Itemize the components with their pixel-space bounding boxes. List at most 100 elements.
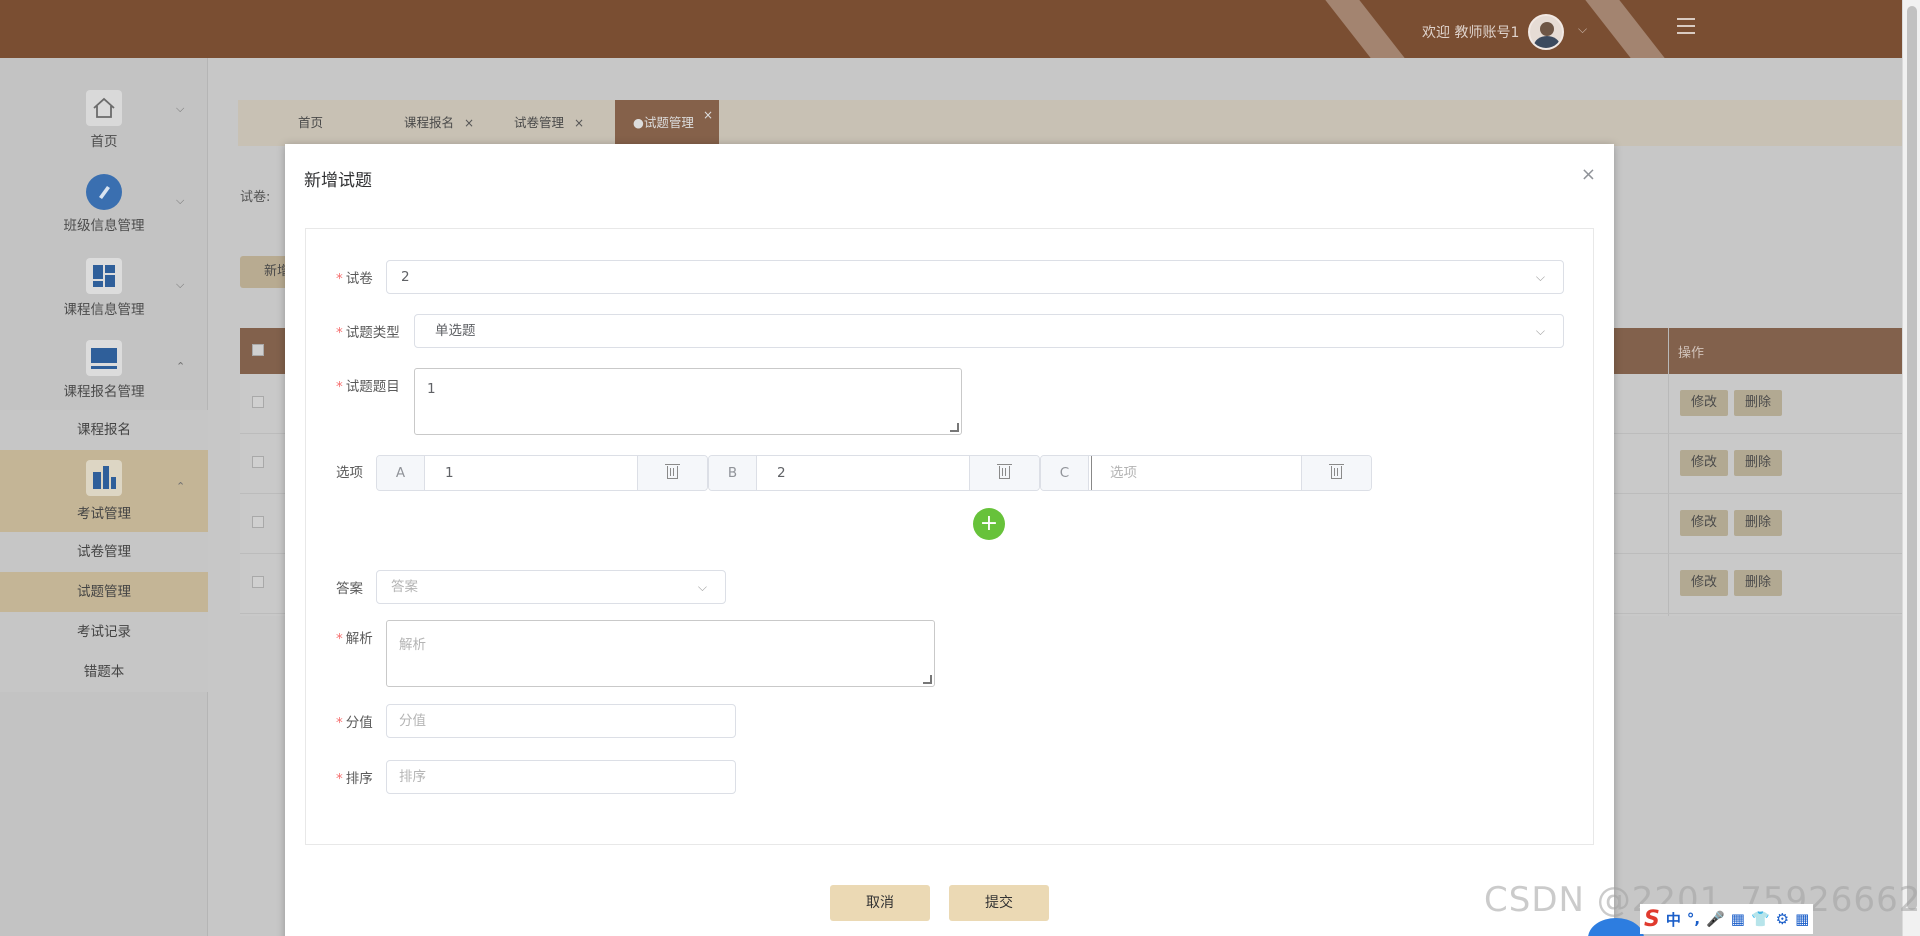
option-value[interactable]: 2 — [757, 456, 786, 490]
home-icon — [86, 90, 122, 126]
question-form: * 试卷 2 ⌵ * 试题类型 单选题 ⌵ * 试题题目 1 选项 A 1 B 2 C — [305, 228, 1594, 845]
close-icon[interactable]: × — [574, 116, 584, 130]
question-textarea[interactable]: 1 — [414, 368, 962, 435]
sidebar-sub-paper[interactable]: 试卷管理 — [0, 532, 208, 572]
building-icon — [86, 460, 122, 496]
option-a[interactable]: A 1 — [376, 455, 708, 491]
trash-icon — [665, 463, 680, 479]
avatar[interactable] — [1528, 14, 1564, 50]
vertical-scrollbar[interactable] — [1902, 0, 1920, 936]
delete-button[interactable]: 删除 — [1734, 570, 1782, 596]
ime-punct[interactable]: °, — [1687, 910, 1700, 928]
row-checkbox[interactable] — [252, 576, 264, 588]
paper-select[interactable]: 2 ⌵ — [386, 260, 1564, 294]
breadcrumb: 首页 课程报名 × 试卷管理 × ●试题管理 × — [238, 100, 1902, 146]
resize-handle[interactable] — [923, 675, 932, 684]
answer-select[interactable]: 答案 ⌵ — [376, 570, 726, 604]
add-question-dialog: 新增试题 × * 试卷 2 ⌵ * 试题类型 单选题 ⌵ * 试题题目 1 选项 A 1 … — [285, 144, 1614, 936]
select-all-checkbox[interactable] — [252, 344, 264, 356]
skin-icon[interactable]: 👕 — [1751, 910, 1770, 928]
top-header: 欢迎 教师账号1 ⌵ — [0, 0, 1902, 58]
edit-button[interactable]: 修改 — [1680, 510, 1728, 536]
sort-input[interactable]: 排序 — [386, 760, 736, 794]
header-stripe — [1325, 0, 1405, 58]
answer-placeholder: 答案 — [391, 579, 418, 595]
submit-button[interactable]: 提交 — [949, 885, 1049, 921]
question-label: * 试题题目 — [336, 375, 400, 395]
paper-label: * 试卷 — [336, 267, 373, 287]
dialog-title: 新增试题 — [304, 171, 372, 191]
edit-circle-icon — [86, 174, 122, 210]
cancel-button[interactable]: 取消 — [830, 885, 930, 921]
sidebar-item-label: 首页 — [90, 134, 118, 150]
edit-button[interactable]: 修改 — [1680, 390, 1728, 416]
trash-icon — [1329, 463, 1344, 479]
breadcrumb-question[interactable]: ●试题管理 × — [615, 100, 719, 146]
breadcrumb-paper[interactable]: 试卷管理 × — [484, 100, 584, 146]
resize-handle[interactable] — [950, 423, 959, 432]
type-select[interactable]: 单选题 ⌵ — [414, 314, 1564, 348]
add-option-button[interactable]: + — [973, 508, 1005, 540]
ime-chinese[interactable]: 中 — [1666, 909, 1681, 930]
chevron-up-icon: ⌃ — [176, 480, 186, 493]
sidebar-sub-course-enroll[interactable]: 课程报名 — [0, 410, 208, 450]
sidebar-sub-question[interactable]: 试题管理 — [0, 572, 208, 612]
filter-label: 试卷: — [240, 190, 271, 205]
monitor-icon — [86, 340, 122, 376]
sort-placeholder: 排序 — [399, 769, 426, 785]
breadcrumb-home[interactable]: 首页 — [268, 100, 323, 146]
option-delete-button[interactable] — [969, 456, 1039, 490]
analysis-placeholder: 解析 — [399, 637, 426, 653]
option-prefix: B — [709, 456, 757, 490]
hamburger-menu-icon[interactable] — [1677, 18, 1695, 34]
sidebar-item-exam[interactable]: 考试管理 ⌃ — [0, 450, 208, 532]
keyboard-icon[interactable]: ▦ — [1731, 910, 1745, 928]
chevron-up-icon: ⌃ — [176, 360, 186, 373]
score-placeholder: 分值 — [399, 713, 426, 729]
sidebar-item-label: 课程信息管理 — [63, 302, 145, 318]
sort-label: * 排序 — [336, 767, 373, 787]
required-mark: * — [336, 771, 343, 787]
welcome-text: 欢迎 教师账号1 — [1422, 25, 1520, 41]
score-input[interactable]: 分值 — [386, 704, 736, 738]
chevron-down-icon[interactable]: ⌵ — [1578, 22, 1587, 37]
sidebar-item-label: 考试管理 — [77, 506, 131, 522]
breadcrumb-course-enroll[interactable]: 课程报名 × — [374, 100, 474, 146]
delete-button[interactable]: 删除 — [1734, 390, 1782, 416]
required-mark: * — [336, 715, 343, 731]
chevron-down-icon: ⌵ — [697, 580, 707, 594]
scrollbar-thumb[interactable] — [1907, 6, 1917, 910]
close-icon[interactable]: × — [464, 116, 474, 130]
row-checkbox[interactable] — [252, 456, 264, 468]
delete-button[interactable]: 删除 — [1734, 510, 1782, 536]
required-mark: * — [336, 325, 343, 341]
delete-button[interactable]: 删除 — [1734, 450, 1782, 476]
option-value[interactable]: 选项 — [1091, 456, 1137, 490]
option-delete-button[interactable] — [637, 456, 707, 490]
option-delete-button[interactable] — [1301, 456, 1371, 490]
sidebar-sub-record[interactable]: 考试记录 — [0, 612, 208, 652]
edit-button[interactable]: 修改 — [1680, 570, 1728, 596]
analysis-textarea[interactable]: 解析 — [386, 620, 935, 687]
close-icon[interactable]: × — [703, 92, 713, 138]
row-checkbox[interactable] — [252, 516, 264, 528]
type-label-text: 试题类型 — [345, 325, 400, 341]
settings-icon[interactable]: ⚙ — [1776, 910, 1789, 928]
sidebar-sub-wrongbook[interactable]: 错题本 — [0, 652, 208, 692]
option-b[interactable]: B 2 — [708, 455, 1040, 491]
edit-button[interactable]: 修改 — [1680, 450, 1728, 476]
answer-label: 答案 — [336, 581, 363, 597]
required-mark: * — [336, 379, 343, 395]
question-value: 1 — [427, 381, 436, 397]
add-button[interactable]: 新增 — [240, 256, 290, 288]
header-stripe — [1585, 0, 1665, 58]
microphone-icon[interactable]: 🎤 — [1706, 910, 1725, 928]
option-c[interactable]: C 选项 — [1040, 455, 1372, 491]
grid-icon[interactable]: ▦ — [1795, 910, 1809, 928]
option-value[interactable]: 1 — [425, 456, 454, 490]
close-icon[interactable]: × — [1581, 164, 1596, 185]
chevron-down-icon: ⌵ — [1535, 270, 1545, 284]
row-checkbox[interactable] — [252, 396, 264, 408]
breadcrumb-label: 首页 — [298, 115, 324, 130]
option-prefix: C — [1041, 456, 1089, 490]
